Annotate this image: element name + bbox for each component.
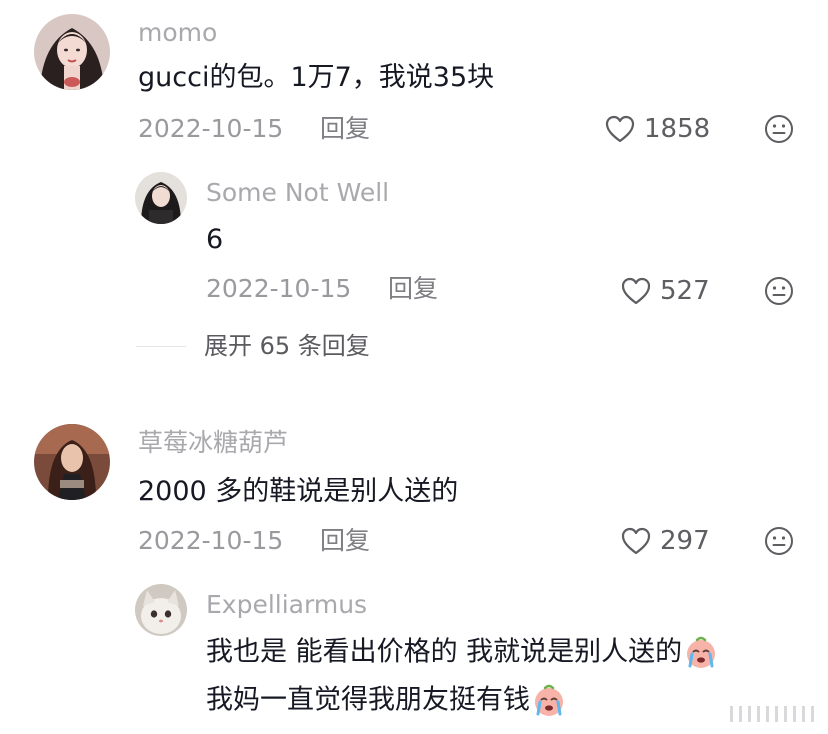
reply-username[interactable]: Expelliarmus [206, 592, 367, 617]
like-button[interactable]: 527 [620, 276, 710, 306]
reply-text-line-2-text: 我妈一直觉得我朋友挺有钱 [206, 684, 530, 716]
comment-date: 2022-10-15 [138, 114, 284, 143]
avatar-expelliarmus-image [135, 584, 187, 636]
like-count: 527 [660, 276, 710, 306]
heart-outline-icon [605, 115, 635, 143]
emoji-reaction-button[interactable] [764, 276, 794, 306]
like-button[interactable]: 297 [620, 526, 710, 556]
avatar-caomei-image [34, 424, 110, 500]
crying-face-emoji [687, 636, 716, 668]
reply-button[interactable]: 回复 [388, 276, 438, 301]
comment-text: 2000 多的鞋说是别人送的 [138, 476, 459, 507]
emoji-reaction-button[interactable] [764, 526, 794, 556]
expand-replies-label: 展开 65 条回复 [204, 332, 370, 360]
like-count: 1858 [644, 114, 711, 144]
comment-date: 2022-10-15 [138, 526, 284, 555]
reply-text-line-2: 我妈一直觉得我朋友挺有钱 [206, 684, 566, 718]
reply-text-line-1-text: 我也是 能看出价格的 我就说是别人送的 [206, 636, 683, 668]
smiley-face-icon [765, 527, 793, 555]
avatar-some-not-well-image [135, 172, 187, 224]
expand-replies-button[interactable]: 展开 65 条回复 [136, 334, 370, 358]
comment-username[interactable]: momo [138, 20, 217, 45]
emoji-reaction-button[interactable] [764, 114, 794, 144]
reply-button[interactable]: 回复 [320, 116, 370, 141]
smiley-face-icon [765, 115, 793, 143]
avatar-momo[interactable] [34, 14, 110, 90]
reply-date: 2022-10-15 [206, 274, 352, 303]
watermark-bars [730, 706, 814, 722]
reply-text: 6 [206, 224, 224, 255]
avatar-caomei[interactable] [34, 424, 110, 500]
avatar-some-not-well[interactable] [135, 172, 187, 224]
avatar-expelliarmus[interactable] [135, 584, 187, 636]
reply-username[interactable]: Some Not Well [206, 180, 389, 205]
comment-text: gucci的包。1万7，我说35块 [138, 62, 495, 93]
avatar-momo-image [34, 14, 110, 90]
crying-face-emoji [535, 684, 563, 716]
expand-divider [136, 345, 186, 347]
reply-button[interactable]: 回复 [320, 528, 370, 553]
reply-text-line-1: 我也是 能看出价格的 我就说是别人送的 [206, 636, 718, 670]
smiley-face-icon [765, 277, 793, 305]
like-count: 297 [660, 526, 710, 556]
heart-outline-icon [621, 527, 651, 555]
comment-username[interactable]: 草莓冰糖葫芦 [138, 430, 288, 455]
like-button[interactable]: 1858 [604, 114, 710, 144]
heart-outline-icon [621, 277, 651, 305]
